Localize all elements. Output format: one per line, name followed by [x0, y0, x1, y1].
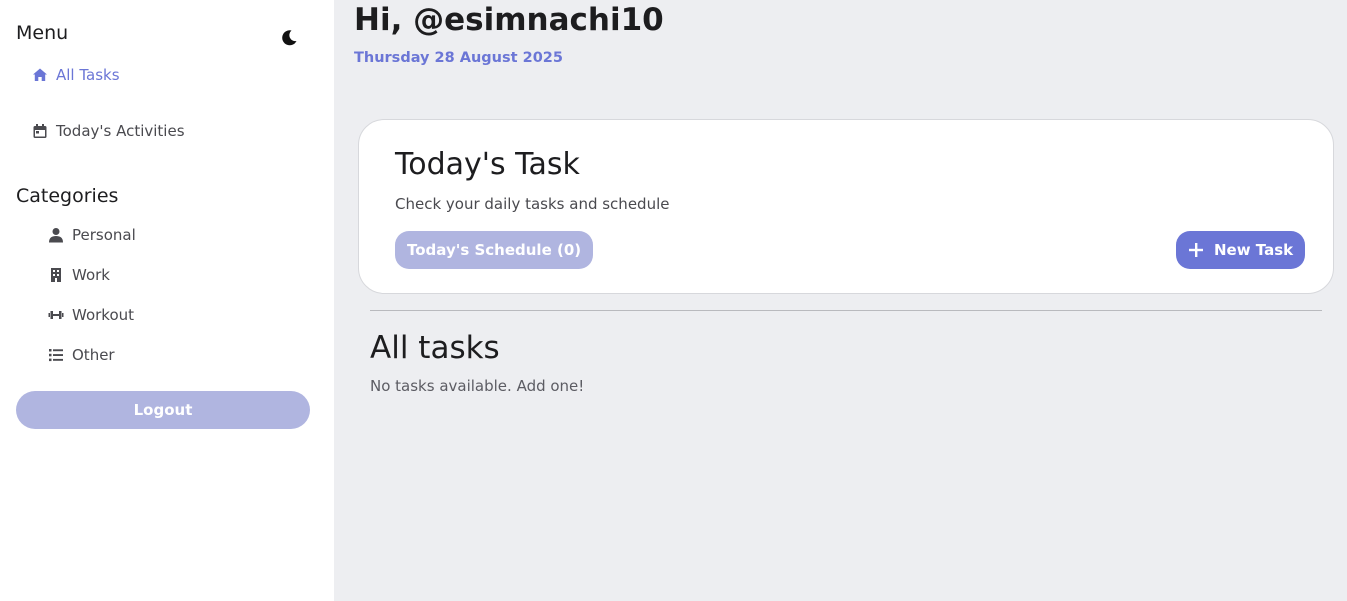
logout-button[interactable]: Logout [16, 391, 310, 429]
sidebar: Menu All Tasks Today's Activities Catego… [0, 0, 334, 601]
category-label: Personal [72, 226, 136, 244]
section-divider [370, 310, 1322, 311]
category-label: Work [72, 266, 110, 284]
user-icon [48, 227, 64, 243]
empty-tasks-message: No tasks available. Add one! [370, 377, 585, 395]
category-label: Other [72, 346, 115, 364]
dumbbell-icon [48, 307, 64, 323]
category-item-other[interactable]: Other [48, 346, 115, 364]
new-task-button[interactable]: New Task [1176, 231, 1306, 269]
nav-item-todays-activities[interactable]: Today's Activities [32, 122, 185, 140]
card-subtitle: Check your daily tasks and schedule [395, 195, 670, 213]
plus-icon [1188, 242, 1204, 258]
todays-schedule-button[interactable]: Today's Schedule (0) [395, 231, 594, 269]
categories-title: Categories [16, 185, 119, 207]
todays-task-card: Today's Task Check your daily tasks and … [358, 119, 1334, 294]
main-content: Hi, @esimnachi10 Thursday 28 August 2025… [334, 0, 1347, 601]
category-item-work[interactable]: Work [48, 266, 110, 284]
moon-icon[interactable] [280, 29, 298, 47]
building-icon [48, 267, 64, 283]
menu-title: Menu [16, 22, 69, 44]
app-root: Menu All Tasks Today's Activities Catego… [0, 0, 1347, 601]
list-icon [48, 347, 64, 363]
current-date: Thursday 28 August 2025 [354, 50, 563, 66]
home-icon [32, 67, 48, 83]
category-item-workout[interactable]: Workout [48, 306, 134, 324]
nav-item-label: All Tasks [56, 66, 120, 84]
calendar-icon [32, 123, 48, 139]
nav-item-label: Today's Activities [56, 122, 185, 140]
all-tasks-title: All tasks [370, 330, 500, 366]
card-title: Today's Task [395, 147, 580, 182]
nav-item-all-tasks[interactable]: All Tasks [32, 66, 120, 84]
new-task-label: New Task [1214, 241, 1294, 259]
greeting-heading: Hi, @esimnachi10 [354, 2, 664, 38]
category-label: Workout [72, 306, 135, 324]
category-item-personal[interactable]: Personal [48, 226, 136, 244]
